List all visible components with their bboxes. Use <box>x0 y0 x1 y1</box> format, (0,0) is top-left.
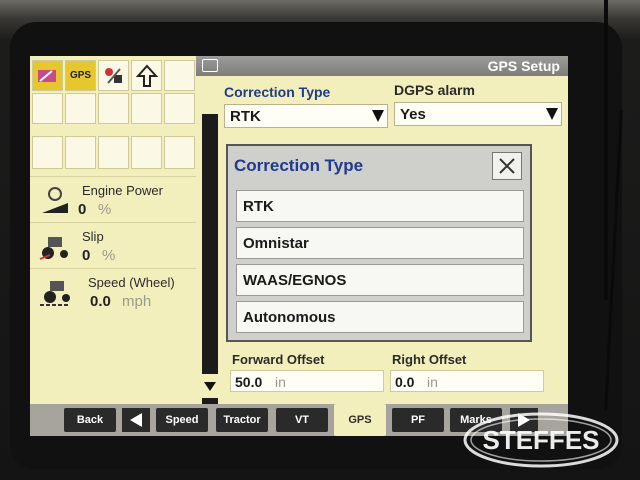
dgps-alarm-dropdown[interactable]: Yes <box>394 102 562 126</box>
empty-slot[interactable] <box>131 136 162 169</box>
correction-type-dialog: Correction Type RTK Omnistar WAAS/EGNOS … <box>226 144 532 342</box>
empty-slot[interactable] <box>98 136 129 169</box>
dropdown-value: Yes <box>400 106 426 123</box>
correction-type-dropdown[interactable]: RTK <box>224 104 388 128</box>
stat-unit: % <box>98 201 112 218</box>
tractor-speed-icon <box>40 281 70 306</box>
close-button[interactable] <box>492 152 522 180</box>
gps-tile[interactable]: GPS <box>65 60 96 91</box>
tools-icon[interactable] <box>98 60 129 91</box>
tab-speed[interactable]: Speed <box>156 408 208 432</box>
stat-unit: mph <box>122 293 152 310</box>
shortcut-row-3 <box>32 136 197 169</box>
edit-icon[interactable] <box>32 60 63 91</box>
tab-label: Speed <box>165 414 199 426</box>
watermark-text: STEFFES <box>482 425 599 455</box>
chevron-down-icon <box>371 107 385 125</box>
empty-slot[interactable] <box>65 136 96 169</box>
stat-unit: % <box>102 247 116 264</box>
stat-engine-power: Engine Power 0 % <box>30 176 198 221</box>
tab-label: Tractor <box>223 414 261 426</box>
option-omnistar[interactable]: Omnistar <box>236 227 524 259</box>
empty-slot[interactable] <box>164 93 195 124</box>
chevron-down-icon <box>204 382 216 391</box>
right-offset-field[interactable]: 0.0 in <box>390 370 544 392</box>
correction-type-label: Correction Type <box>224 84 331 100</box>
stat-speed-wheel: Speed (Wheel) 0.0 mph <box>30 268 198 313</box>
stat-slip: Slip 0 % <box>30 222 198 267</box>
stat-value: 0 <box>82 247 91 264</box>
arrow-up-icon[interactable] <box>131 60 162 91</box>
stat-label: Slip <box>82 229 104 244</box>
forward-offset-label: Forward Offset <box>232 352 325 367</box>
empty-slot[interactable] <box>32 136 63 169</box>
tab-tractor[interactable]: Tractor <box>216 408 268 432</box>
tab-label: VT <box>294 414 310 426</box>
shortcut-row-2 <box>32 93 197 124</box>
stat-value: 0.0 <box>90 293 111 310</box>
option-label: WAAS/EGNOS <box>243 272 347 289</box>
option-label: RTK <box>243 198 274 215</box>
stat-label: Speed (Wheel) <box>88 275 175 290</box>
empty-slot[interactable] <box>164 60 195 91</box>
steffes-watermark-logo: STEFFES <box>463 412 619 468</box>
left-panel: GPS Engine Power 0 % Slip 0 % Speed (Whe… <box>30 56 198 404</box>
tractor-slip-icon <box>39 237 68 260</box>
window-icon <box>202 59 218 72</box>
field-unit: in <box>275 374 286 390</box>
tab-label: PF <box>410 414 426 426</box>
option-label: Omnistar <box>243 235 309 252</box>
title-bar: GPS Setup <box>196 56 568 76</box>
stat-label: Engine Power <box>82 183 163 198</box>
tab-back[interactable]: Back <box>64 408 116 432</box>
forward-offset-field[interactable]: 50.0 in <box>230 370 384 392</box>
scrollbar[interactable] <box>202 114 218 404</box>
tab-label: GPS <box>348 414 372 426</box>
page-title: GPS Setup <box>487 58 560 74</box>
option-label: Autonomous <box>243 309 336 326</box>
chevron-down-icon <box>545 105 559 123</box>
dialog-title: Correction Type <box>234 156 364 175</box>
option-rtk[interactable]: RTK <box>236 190 524 222</box>
tab-vt[interactable]: VT <box>276 408 328 432</box>
scroll-down-button[interactable] <box>202 374 218 398</box>
field-value: 0.0 <box>395 374 415 390</box>
tab-pf[interactable]: PF <box>392 408 444 432</box>
empty-slot[interactable] <box>98 93 129 124</box>
right-offset-label: Right Offset <box>392 352 467 367</box>
previous-button[interactable] <box>122 408 150 432</box>
empty-slot[interactable] <box>131 93 162 124</box>
field-unit: in <box>427 374 438 390</box>
field-value: 50.0 <box>235 374 263 390</box>
dropdown-value: RTK <box>230 108 261 125</box>
option-waas-egnos[interactable]: WAAS/EGNOS <box>236 264 524 296</box>
option-autonomous[interactable]: Autonomous <box>236 301 524 333</box>
screen: GPS Engine Power 0 % Slip 0 % Speed (Whe… <box>30 56 568 436</box>
tab-label: Back <box>76 414 104 426</box>
shortcut-row-1: GPS <box>32 60 197 91</box>
arrow-left-icon <box>130 413 142 427</box>
gps-tile-label: GPS <box>69 70 92 81</box>
empty-slot[interactable] <box>32 93 63 124</box>
empty-slot[interactable] <box>65 93 96 124</box>
close-icon <box>499 158 515 174</box>
tab-gps[interactable]: GPS <box>334 404 386 436</box>
dgps-alarm-label: DGPS alarm <box>394 82 475 98</box>
empty-slot[interactable] <box>164 136 195 169</box>
engine-power-icon <box>42 187 68 213</box>
stat-value: 0 <box>78 201 87 218</box>
cable <box>604 0 608 300</box>
